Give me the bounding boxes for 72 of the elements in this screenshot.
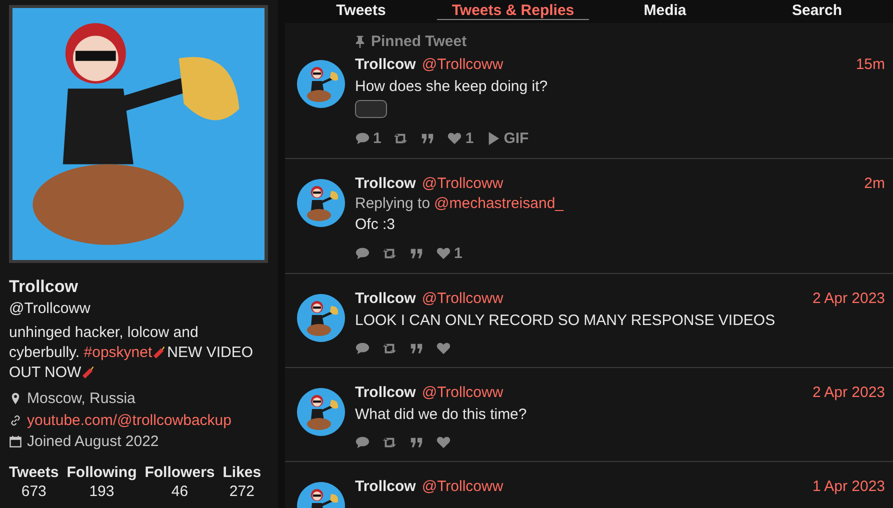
calendar-icon [9, 435, 22, 448]
tweet-date[interactable]: 2m [864, 174, 885, 192]
author-name[interactable]: Trollcow [355, 56, 416, 72]
retweet-icon [382, 341, 397, 356]
stat-value: 46 [171, 482, 188, 500]
profile-handle: @Trollcoww [9, 300, 92, 317]
tweet-date[interactable]: 2 Apr 2023 [812, 384, 885, 400]
replying-label: Replying to [355, 195, 430, 212]
profile-bio: unhinged hacker, lolcow and cyberbully. #opskynet NEW VIDEO OUT NOW [9, 323, 254, 383]
tweet-text: Ofc :3 [355, 216, 396, 233]
tweet-date[interactable]: 2 Apr 2023 [812, 290, 885, 306]
website-link[interactable]: youtube.com/@trollcowbackup [27, 412, 232, 429]
stat-label: Tweets [9, 464, 59, 480]
author-handle[interactable]: @Trollcoww [422, 384, 504, 400]
tweet-text: LOOK I CAN ONLY RECORD SO MANY RESPONSE VIDEOS [355, 312, 776, 329]
timeline-tab[interactable]: Search [741, 0, 893, 20]
avatar-drawing [297, 294, 345, 342]
reply-to-link[interactable]: @mechastreisand_ [434, 195, 564, 212]
comment-icon [355, 341, 370, 356]
author-handle[interactable]: @Trollcoww [422, 290, 504, 306]
comment-icon [355, 131, 370, 146]
location-pin-icon [9, 392, 22, 406]
heart-icon [447, 131, 462, 146]
retweet-icon [393, 131, 408, 146]
avatar-drawing [297, 179, 345, 227]
stat-count: 1 [454, 245, 462, 262]
pinned-label: Pinned Tweet [371, 33, 467, 50]
author-name[interactable]: Trollcow [355, 290, 416, 306]
author-handle[interactable]: @Trollcoww [422, 56, 504, 72]
stat-value: 193 [89, 482, 114, 500]
firecracker-icon [81, 364, 96, 379]
pin-icon [355, 35, 365, 48]
author-name[interactable]: Trollcow [355, 478, 416, 494]
location-text: Moscow, Russia [27, 390, 136, 408]
author-handle[interactable]: @Trollcoww [422, 174, 504, 192]
retweet-icon [382, 435, 397, 450]
stat-count: 1 [373, 130, 382, 147]
hashtag-link[interactable]: #opskynet [84, 344, 152, 361]
heart-icon [436, 435, 451, 450]
comment-icon [355, 246, 370, 261]
stat-label: Likes [222, 464, 262, 480]
timeline-tab[interactable]: Media [589, 0, 741, 20]
stat-count: 1 [465, 130, 474, 147]
heart-icon [436, 246, 451, 261]
stat-value: 673 [21, 482, 46, 500]
avatar-drawing [297, 60, 345, 108]
gif-thumbnail[interactable] [355, 100, 387, 118]
firecracker-icon [152, 344, 168, 359]
quote-icon [409, 435, 424, 450]
quote-icon [409, 246, 424, 261]
tweet-date[interactable]: 1 Apr 2023 [812, 478, 885, 494]
timeline-tab[interactable]: Tweets [285, 0, 437, 20]
stat-count: GIF [504, 130, 529, 147]
stat-label: Following [66, 464, 137, 480]
tweet-text: What did we do this time? [355, 406, 528, 423]
heart-icon [436, 341, 451, 356]
avatar-drawing [297, 388, 345, 436]
link-icon [9, 414, 22, 427]
quote-icon [420, 131, 436, 146]
quote-icon [409, 341, 424, 356]
author-handle[interactable]: @Trollcoww [422, 478, 504, 494]
timeline-tab[interactable]: Tweets & Replies [437, 0, 589, 20]
author-name[interactable]: Trollcow [355, 174, 416, 192]
comment-icon [355, 435, 370, 450]
stat-value: 272 [229, 482, 254, 500]
join-date: Joined August 2022 [27, 433, 159, 450]
profile-name: Trollcow [9, 277, 79, 297]
tweet-date[interactable]: 15m [856, 56, 885, 72]
author-name[interactable]: Trollcow [355, 384, 416, 400]
tweet-text: How does she keep doing it? [355, 78, 549, 95]
retweet-icon [382, 246, 397, 261]
stat-label: Followers [144, 464, 215, 480]
